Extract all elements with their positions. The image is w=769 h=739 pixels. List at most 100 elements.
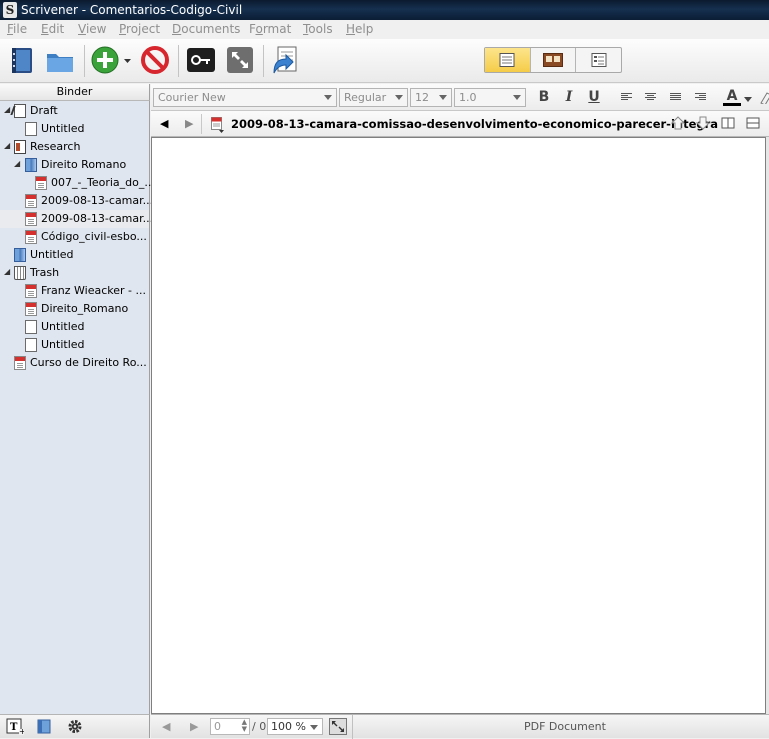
compile-icon[interactable] [270,45,300,75]
binder-item[interactable]: ◢ Trash [0,264,149,282]
highlight-color-icon[interactable] [759,91,769,104]
expand-triangle-icon[interactable]: ◢ [14,159,20,168]
add-icon[interactable] [90,45,120,75]
zoom-select[interactable]: 100 % [267,718,323,735]
binder-item[interactable]: Curso de Direito Ro... [0,354,149,372]
binder-item[interactable]: Untitled [0,336,149,354]
align-left-icon[interactable] [621,93,632,102]
forward-button[interactable]: ▶ [185,117,193,130]
pdf-document-icon[interactable] [211,117,224,133]
font-style-select[interactable]: Regular [339,88,408,107]
binder-item[interactable]: Código_civil-esbo... [0,228,149,246]
binder-footer: T + [0,714,150,738]
expand-triangle-icon[interactable]: ◢ [4,141,10,150]
next-page-button[interactable]: ▶ [190,720,198,733]
underline-button[interactable]: U [585,88,603,107]
font-size-select[interactable]: 12 [410,88,452,107]
pdf-document-icon [14,356,26,370]
split-horizontal-icon[interactable] [746,116,760,130]
binder-item[interactable]: Untitled [0,318,149,336]
pdf-viewer-area[interactable] [151,137,766,714]
fullscreen-icon[interactable] [225,45,255,75]
gear-icon[interactable] [67,718,83,735]
binder-item[interactable]: 2009-08-13-camar... [0,192,153,210]
previous-page-button[interactable]: ◀ [162,720,170,733]
binder-item-label: Curso de Direito Ro... [30,356,147,369]
binder-item-label: Untitled [41,122,85,135]
trash-icon [14,266,26,280]
arrow-down-icon[interactable] [695,116,711,130]
binder-item[interactable]: ◢ Draft [0,102,149,120]
research-icon [14,140,26,154]
align-justify-icon[interactable] [670,93,681,102]
collections-folder-icon[interactable] [45,45,75,75]
add-folder-icon[interactable] [36,718,54,735]
binder-item[interactable]: ◢ Direito Romano [0,156,149,174]
toolbar-separator [84,45,85,77]
split-vertical-icon[interactable] [721,116,735,130]
expand-triangle-icon[interactable]: ◢ [4,267,10,276]
binder-item[interactable]: Untitled [0,120,149,138]
italic-button[interactable]: I [560,88,578,107]
bold-button[interactable]: B [535,88,553,107]
svg-text:+: + [19,727,24,735]
corkboard-icon [543,53,563,67]
chevron-down-icon [513,95,521,100]
menu-documents[interactable]: Documents [172,22,240,36]
pdf-document-icon [25,230,37,244]
binder-item-label: Franz Wieacker - ... [41,284,146,297]
menu-file[interactable]: File [7,22,27,36]
document-title: 2009-08-13-camara-comissao-desenvolvimen… [231,117,719,131]
align-center-icon[interactable] [645,93,656,102]
add-menu-arrow-icon[interactable] [122,45,134,75]
menu-edit[interactable]: Edit [41,22,64,36]
back-button[interactable]: ◀ [160,117,168,130]
font-family-select[interactable]: Courier New [153,88,337,107]
text-color-button[interactable]: A [723,88,741,106]
add-text-document-icon[interactable]: T + [6,718,26,736]
binder-book-icon[interactable] [7,45,37,75]
binder-item[interactable]: ◢ Research [0,138,149,156]
document-type-label: PDF Document [524,720,606,733]
binder-item[interactable]: Franz Wieacker - ... [0,282,149,300]
menu-project[interactable]: Project [119,22,160,36]
draft-icon [14,104,26,118]
menu-format[interactable]: Format [249,22,291,36]
scrivener-app-icon[interactable]: S [3,2,17,18]
chevron-down-icon [310,725,318,730]
outliner-view-button[interactable] [576,48,621,72]
binder-item[interactable]: Direito_Romano [0,300,149,318]
corkboard-view-button[interactable] [531,48,577,72]
line-spacing-select[interactable]: 1.0 [454,88,526,107]
font-family-value: Courier New [158,91,226,104]
binder-item[interactable]: Untitled [0,246,149,264]
page-stepper-icon[interactable]: ▲ ▼ [242,719,247,733]
binder-item-label: Direito Romano [41,158,127,171]
menu-help[interactable]: Help [346,22,373,36]
menu-view[interactable]: View [78,22,106,36]
view-mode-group [484,47,622,73]
text-color-dropdown-icon[interactable] [744,97,752,102]
menu-tools[interactable]: Tools [303,22,333,36]
pdf-document-icon [25,284,37,298]
text-document-icon [25,320,37,334]
editor-footer: ◀ ▶ 0 ▲ ▼ / 0 100 % PDF Document [151,714,769,739]
page-number-input[interactable]: 0 ▲ ▼ [210,718,250,735]
binder-item[interactable]: 2009-08-13-camar... [0,210,153,228]
chevron-down-icon [324,95,332,100]
folder-icon [25,158,37,172]
delete-icon[interactable] [140,45,170,75]
editor-header-bar: ◀ ▶ 2009-08-13-camara-comissao-desenvolv… [151,111,769,137]
chevron-down-icon [439,95,447,100]
binder-item-label: 2009-08-13-camar... [41,212,154,225]
keywords-icon[interactable] [186,45,216,75]
fit-page-icon[interactable] [329,718,347,735]
arrow-up-icon[interactable] [670,116,686,130]
scrivenings-view-button[interactable] [485,48,531,72]
binder-item[interactable]: 007_-_Teoria_do_... [0,174,155,192]
expand-triangle-icon[interactable]: ◢ [4,105,10,114]
binder-panel[interactable]: ◢ Draft Untitled ◢ Research ◢ Direito Romano 00… [0,101,155,714]
align-right-icon[interactable] [695,93,706,102]
svg-text:T: T [10,722,18,733]
page-total: / 0 [252,720,267,733]
